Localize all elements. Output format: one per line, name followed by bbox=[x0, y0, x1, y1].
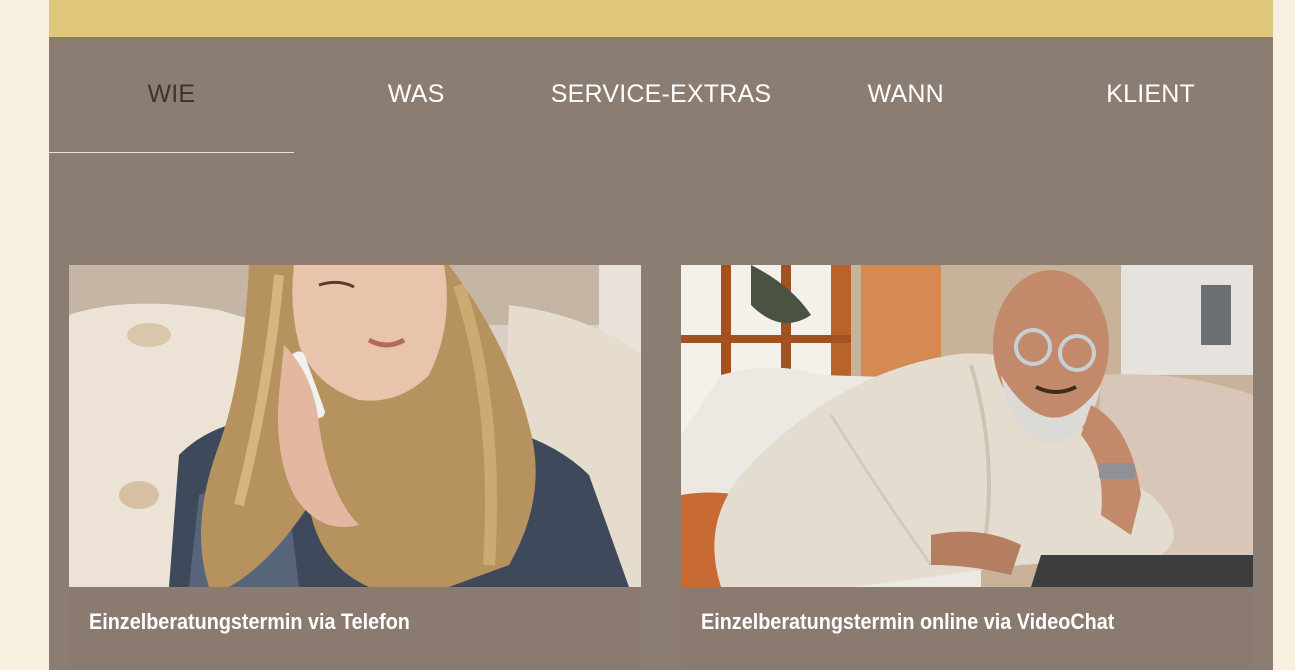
service-card-phone[interactable]: Einzelberatungstermin via Telefon bbox=[69, 265, 641, 670]
service-card-videochat[interactable]: Einzelberatungstermin online via VideoCh… bbox=[681, 265, 1253, 670]
photo-man-on-laptop bbox=[681, 265, 1253, 587]
tab-wie[interactable]: WIE bbox=[49, 37, 294, 153]
card-caption-videochat: Einzelberatungstermin online via VideoCh… bbox=[701, 609, 1115, 634]
content-frame: WIE WAS SERVICE-EXTRAS WANN KLIENT Einze… bbox=[49, 0, 1273, 670]
tab-was[interactable]: WAS bbox=[294, 37, 539, 153]
top-accent-bar bbox=[49, 0, 1273, 37]
tab-wann[interactable]: WANN bbox=[783, 37, 1028, 153]
tab-klient[interactable]: KLIENT bbox=[1028, 37, 1273, 153]
tab-bar: WIE WAS SERVICE-EXTRAS WANN KLIENT bbox=[49, 37, 1273, 153]
tab-service-extras[interactable]: SERVICE-EXTRAS bbox=[539, 37, 784, 153]
card-caption-phone: Einzelberatungstermin via Telefon bbox=[89, 609, 410, 634]
photo-woman-on-phone bbox=[69, 265, 641, 587]
